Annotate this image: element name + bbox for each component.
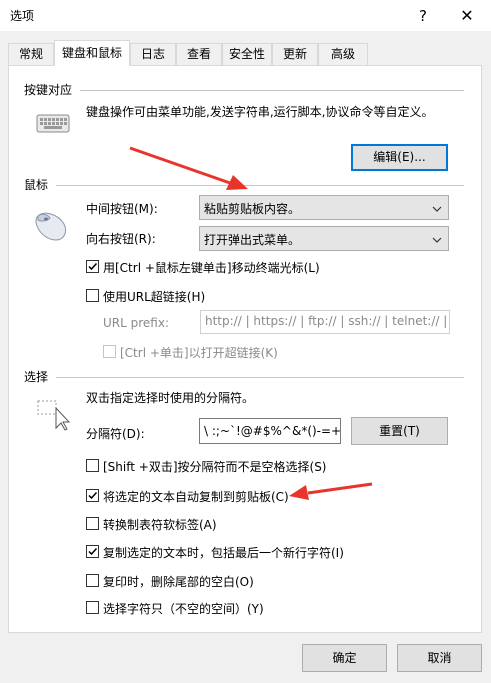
tab-convert-label[interactable]: 转换制表符软标签(A) <box>103 516 217 533</box>
url-prefix-input[interactable]: http:// | https:// | ftp:// | ssh:// | t… <box>200 310 450 334</box>
tab-convert-checkbox[interactable] <box>86 517 99 530</box>
mouse-heading: 鼠标 <box>24 176 53 193</box>
ctrl-click-open-checkbox[interactable] <box>103 345 116 358</box>
mouse-icon <box>34 210 70 242</box>
tab-advanced[interactable]: 高级 <box>318 43 368 65</box>
keymap-description: 键盘操作可由菜单功能,发送字符串,运行脚本,协议命令等自定义。 <box>86 105 434 119</box>
cancel-button[interactable]: 取消 <box>397 644 482 672</box>
auto-copy-label[interactable]: 将选定的文本自动复制到剪贴板(C) <box>103 488 289 505</box>
keyboard-icon <box>36 112 70 134</box>
close-button[interactable]: ✕ <box>448 3 486 29</box>
selection-cursor-icon <box>36 398 71 432</box>
help-button[interactable]: ? <box>405 3 441 29</box>
tab-security[interactable]: 安全性 <box>222 43 272 65</box>
url-prefix-label: URL prefix: <box>103 316 169 330</box>
selection-divider <box>56 377 464 378</box>
right-button-label: 向右按钮(R): <box>86 232 156 246</box>
trim-trailing-label[interactable]: 复印时，删除尾部的空白(O) <box>103 573 254 590</box>
selection-heading: 选择 <box>24 368 53 385</box>
window-title: 选项 <box>10 9 35 23</box>
right-button-value: 打开弹出式菜单。 <box>204 233 301 247</box>
ctrl-click-open-label: [Ctrl +单击]以打开超链接(K) <box>120 346 278 360</box>
select-chars-only-checkbox[interactable] <box>86 601 99 614</box>
use-url-checkbox[interactable] <box>86 289 99 302</box>
include-newline-label[interactable]: 复制选定的文本时，包括最后一个新行字符(I) <box>103 544 344 561</box>
edit-keymap-button[interactable]: 编辑(E)... <box>351 144 448 171</box>
delimiter-label: 分隔符(D): <box>86 427 145 441</box>
include-newline-checkbox[interactable] <box>86 545 99 558</box>
shift-dblclick-label[interactable]: [Shift +双击]按分隔符而不是空格选择(S) <box>103 458 327 475</box>
ctrl-click-move-label[interactable]: 用[Ctrl +鼠标左键单击]移动终端光标(L) <box>103 259 320 276</box>
keymap-divider <box>80 90 464 91</box>
tab-keyboard-mouse[interactable]: 键盘和鼠标 <box>54 40 130 66</box>
middle-button-label: 中间按钮(M): <box>86 202 158 216</box>
ok-button[interactable]: 确定 <box>302 644 387 672</box>
tab-view[interactable]: 查看 <box>176 43 222 65</box>
tab-general[interactable]: 常规 <box>8 43 54 65</box>
mouse-divider <box>56 185 464 186</box>
tab-log[interactable]: 日志 <box>130 43 176 65</box>
delimiter-input[interactable]: \ :;~`!@#$%^&*()-=+|[ <box>199 418 341 444</box>
trim-trailing-checkbox[interactable] <box>86 574 99 587</box>
shift-dblclick-checkbox[interactable] <box>86 459 99 472</box>
ctrl-click-move-checkbox[interactable] <box>86 260 99 273</box>
middle-button-select[interactable]: 粘贴剪贴板内容。 <box>199 195 449 220</box>
chevron-down-icon <box>432 233 442 247</box>
right-button-select[interactable]: 打开弹出式菜单。 <box>199 226 449 251</box>
auto-copy-checkbox[interactable] <box>86 489 99 502</box>
select-chars-only-label[interactable]: 选择字符只（不空的空间）(Y) <box>103 600 264 617</box>
middle-button-value: 粘贴剪贴板内容。 <box>204 202 301 216</box>
use-url-label[interactable]: 使用URL超链接(H) <box>103 288 205 305</box>
reset-button[interactable]: 重置(T) <box>351 417 448 445</box>
tab-update[interactable]: 更新 <box>272 43 318 65</box>
keymap-heading: 按键对应 <box>24 81 77 98</box>
selection-description: 双击指定选择时使用的分隔符。 <box>86 391 255 405</box>
chevron-down-icon <box>432 202 442 216</box>
